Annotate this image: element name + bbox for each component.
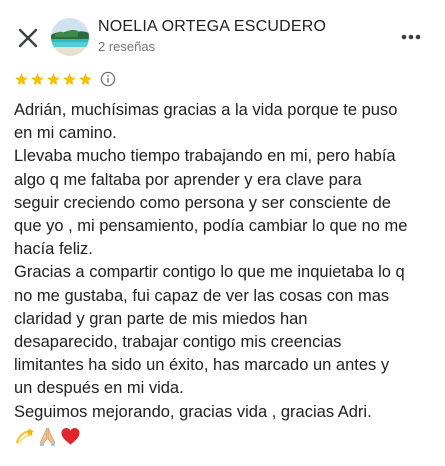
review-text-line: un después en mi vida. xyxy=(14,379,184,398)
star-rating xyxy=(14,72,93,87)
review-text-line: seguir creciendo como persona y ser cons… xyxy=(14,193,391,212)
review-text: Adrián, muchísimas gracias a la vida por… xyxy=(14,99,439,424)
review-header: NOELIA ORTEGA ESCUDERO 2 reseñas xyxy=(0,0,445,64)
rating-row xyxy=(14,70,116,88)
review-text-line: en mi camino. xyxy=(14,124,117,143)
reviewer-review-count: 2 reseñas xyxy=(98,39,156,54)
review-text-line: Llevaba mucho tiempo trabajando en mi, p… xyxy=(14,147,396,166)
review-text-line: Adrián, muchísimas gracias a la vida por… xyxy=(14,101,398,119)
reviewer-name[interactable]: NOELIA ORTEGA ESCUDERO xyxy=(98,18,326,36)
review-text-line: desaparecido, trabajar contigo mis creen… xyxy=(14,333,342,352)
review-text-line: Gracias a compartir contigo lo que me in… xyxy=(14,263,405,282)
review-text-line: Seguimos mejorando, gracias vida , graci… xyxy=(14,402,372,421)
beach-landscape-avatar-image xyxy=(51,18,89,56)
review-text-line: hacía feliz. xyxy=(14,240,93,259)
avatar[interactable] xyxy=(51,18,89,56)
info-icon[interactable] xyxy=(100,71,116,87)
review-text-line: claridad y gran parte de mis miedos han xyxy=(14,309,308,328)
red-heart-emoji xyxy=(61,427,80,444)
star-icon xyxy=(31,72,44,85)
review-text-line: que yo , mi pensamiento, podía cambiar l… xyxy=(14,217,408,236)
star-icon xyxy=(15,72,28,85)
review-text-line: no me gustaba, fui capaz de ver las cosa… xyxy=(14,286,390,305)
dizzy-emoji xyxy=(15,427,34,445)
star-icon xyxy=(63,72,76,85)
star-icon xyxy=(47,72,60,85)
more-vertical-dots-icon[interactable] xyxy=(399,28,423,46)
review-text-line: algo q me faltaba por aprender y era cla… xyxy=(14,170,362,189)
emoji-row xyxy=(14,425,81,447)
folded-hands-emoji xyxy=(39,427,56,446)
review-text-line: limitantes ha sido un éxito, has marcado… xyxy=(14,356,390,375)
close-icon[interactable] xyxy=(14,24,42,52)
star-icon xyxy=(79,72,92,85)
